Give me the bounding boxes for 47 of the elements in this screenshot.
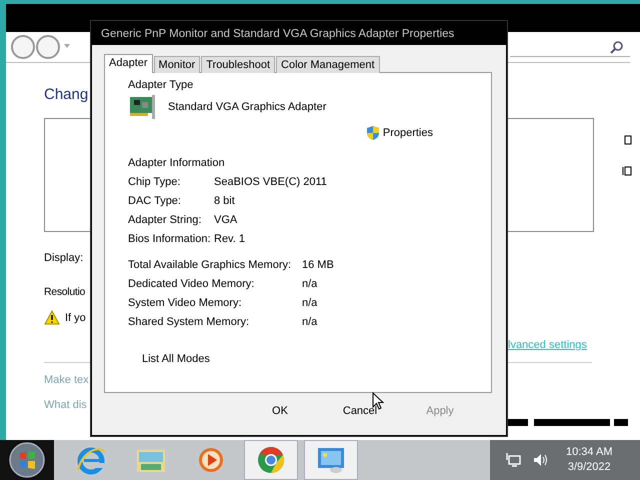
memory-label: Shared System Memory:	[128, 316, 250, 328]
search-icon	[610, 40, 624, 54]
section-heading: Adapter Information	[128, 157, 226, 169]
display-label: Display:	[44, 252, 84, 264]
control-panel-icon	[316, 446, 346, 474]
dialog-button[interactable]: Cancel	[330, 403, 390, 419]
memory-label: Total Available Graphics Memory:	[128, 259, 292, 271]
tab[interactable]: Color Management	[276, 56, 380, 73]
section-heading: Adapter Type	[128, 79, 194, 91]
memory-label: Dedicated Video Memory:	[128, 278, 256, 290]
taskbar-app[interactable]	[304, 440, 358, 480]
tab[interactable]: Troubleshoot	[201, 56, 276, 73]
warning-icon	[44, 310, 60, 325]
memory-label: System Video Memory:	[128, 297, 243, 309]
memory-value: n/a	[302, 278, 318, 290]
list-all-modes-button[interactable]: List All Modes	[138, 351, 214, 367]
page-heading: Chang	[44, 86, 88, 103]
memory-value: n/a	[302, 316, 318, 328]
info-value: 8 bit	[214, 195, 236, 207]
graphics-card-icon	[128, 93, 156, 121]
memory-value: n/a	[302, 297, 318, 309]
media-player-icon	[197, 446, 225, 474]
window-title: Generic PnP Monitor and Standard VGA Graphics Adapter Properties	[100, 27, 456, 42]
volume-icon	[532, 452, 548, 468]
tab[interactable]: Monitor	[154, 56, 200, 73]
shield-icon	[366, 125, 380, 141]
taskbar-app[interactable]	[244, 440, 298, 480]
network-icon	[506, 452, 522, 468]
start-button[interactable]	[0, 440, 54, 480]
tab[interactable]: Adapter	[104, 54, 153, 73]
clock-date[interactable]: 3/9/2022	[568, 460, 611, 475]
adapter-name: Standard VGA Graphics Adapter	[168, 101, 326, 113]
dialog-button[interactable]: OK	[250, 403, 310, 419]
info-label: Bios Information:	[128, 233, 212, 245]
chrome-browser-icon	[256, 445, 286, 475]
info-value: Rev. 1	[214, 233, 246, 245]
clock-time[interactable]: 10:34 AM	[566, 445, 612, 460]
properties-button[interactable]: Properties	[362, 123, 437, 143]
info-value: SeaBIOS VBE(C) 2011	[214, 176, 328, 188]
resolution-label: Resolutio	[44, 286, 86, 298]
memory-value: 16 MB	[302, 259, 335, 271]
info-label: Chip Type:	[128, 176, 182, 188]
info-value: VGA	[214, 214, 238, 226]
warning-text: If yo	[65, 312, 86, 324]
info-label: DAC Type:	[128, 195, 182, 207]
back-button[interactable]	[10, 34, 72, 60]
info-label: Adapter String:	[128, 214, 202, 226]
